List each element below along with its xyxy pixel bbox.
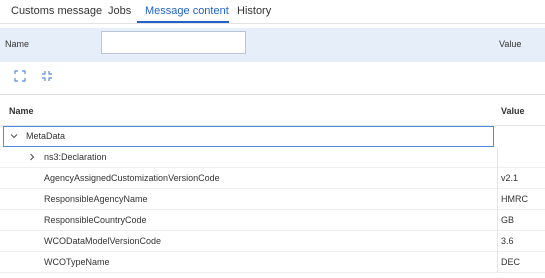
column-divider: [497, 168, 498, 189]
filter-bar: Name Value: [0, 28, 545, 62]
chevron-right-icon[interactable]: [27, 152, 37, 162]
tree-row-responsible-country-code[interactable]: ResponsibleCountryCode GB: [0, 210, 545, 231]
tab-history[interactable]: History: [237, 5, 271, 17]
tree-row-value: 3.6: [501, 236, 514, 246]
selection-outline: [3, 126, 494, 147]
tree-row-name: WCOTypeName: [44, 257, 110, 267]
message-content-tree-grid: Name Value MetaData ns3:Declaration Agen…: [0, 94, 545, 278]
tree-row-value: GB: [501, 215, 515, 225]
name-filter-label: Name: [5, 39, 30, 49]
tree-row-wco-data-model-version-code[interactable]: WCODataModelVersionCode 3.6: [0, 231, 545, 252]
tree-row-value: DEC: [501, 257, 521, 267]
expand-all-icon[interactable]: [14, 70, 28, 84]
tree-row-name: MetaData: [26, 131, 66, 141]
tree-row-ns3-declaration[interactable]: ns3:Declaration: [0, 147, 545, 168]
tree-row-responsible-agency-name[interactable]: ResponsibleAgencyName HMRC: [0, 189, 545, 210]
tree-row-value: HMRC: [501, 194, 528, 204]
column-divider: [497, 147, 498, 168]
column-divider: [497, 189, 498, 210]
tree-row-name: WCODataModelVersionCode: [44, 236, 162, 246]
active-tab-indicator: [137, 21, 229, 23]
tree-row-agency-assigned-customization-version-code[interactable]: AgencyAssignedCustomizationVersionCode v…: [0, 168, 545, 189]
name-filter-input[interactable]: [101, 31, 246, 54]
tab-jobs[interactable]: Jobs: [108, 5, 131, 17]
tree-row-value: v2.1: [501, 173, 519, 183]
tab-customs-message[interactable]: Customs message: [11, 5, 102, 17]
column-header-value[interactable]: Value: [501, 106, 525, 116]
collapse-all-icon[interactable]: [41, 70, 55, 84]
value-filter-label: Value: [499, 39, 522, 49]
grid-header: Name Value: [0, 95, 545, 126]
tab-message-content[interactable]: Message content: [145, 5, 229, 17]
tree-row-metadata[interactable]: MetaData: [0, 126, 545, 147]
column-divider: [497, 252, 498, 273]
chevron-down-icon[interactable]: [9, 131, 19, 141]
column-divider: [497, 231, 498, 252]
tab-bar: Customs message Jobs Message content His…: [0, 0, 545, 24]
tree-row-name: ns3:Declaration: [44, 152, 107, 162]
tree-row-name: AgencyAssignedCustomizationVersionCode: [44, 173, 220, 183]
tree-row-wco-type-name[interactable]: WCOTypeName DEC: [0, 252, 545, 273]
tree-row-name: ResponsibleCountryCode: [44, 215, 147, 225]
column-header-name[interactable]: Name: [9, 106, 34, 116]
column-divider: [497, 210, 498, 231]
tree-row-name: ResponsibleAgencyName: [44, 194, 148, 204]
